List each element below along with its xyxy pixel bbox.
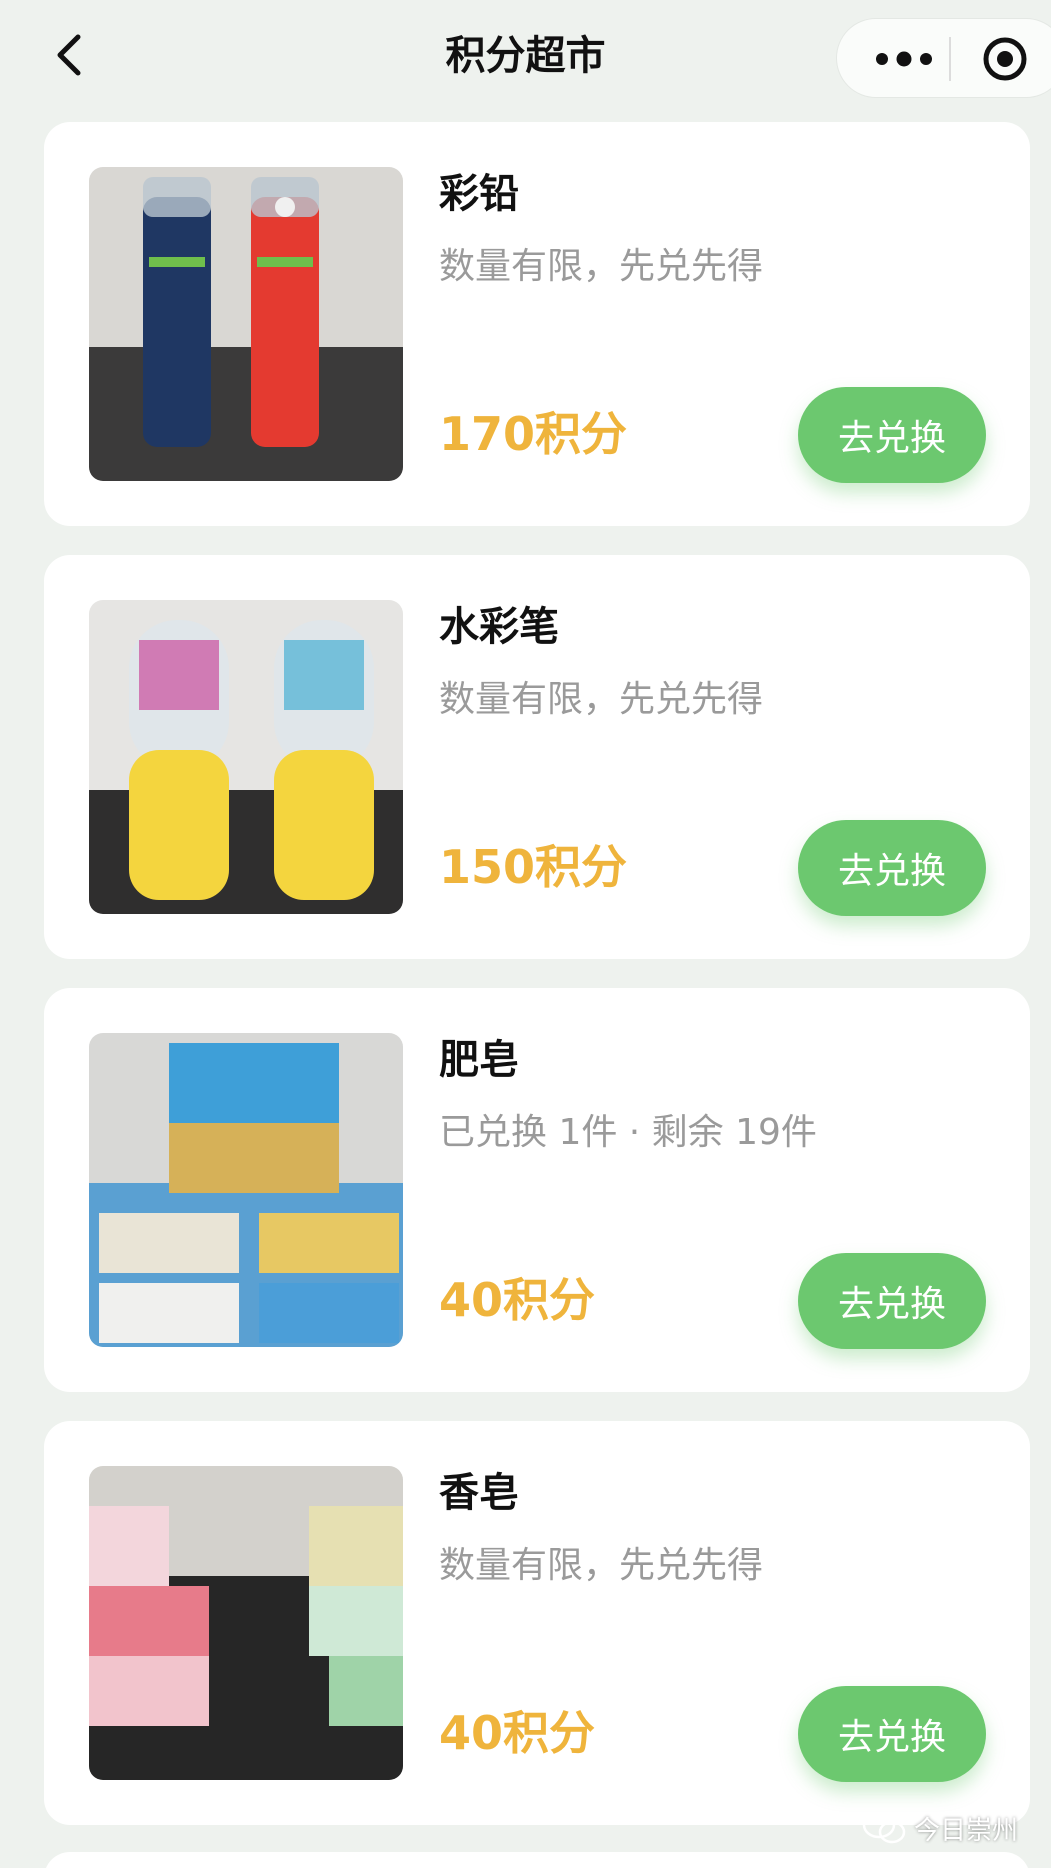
product-price: 40积分 bbox=[439, 1273, 596, 1327]
watermark: 今日崇州 bbox=[862, 1808, 1018, 1848]
more-button[interactable] bbox=[871, 42, 937, 76]
product-price: 40积分 bbox=[439, 1706, 596, 1760]
product-description: 数量有限，先兑先得 bbox=[439, 679, 764, 720]
product-card[interactable]: 彩铅 数量有限，先兑先得 170积分 去兑换 bbox=[44, 122, 1030, 526]
redeem-button[interactable]: 去兑换 bbox=[798, 387, 986, 483]
wechat-icon bbox=[862, 1811, 906, 1844]
product-image-colored-pencils bbox=[89, 167, 403, 481]
product-image-laundry-soap bbox=[89, 1033, 403, 1347]
target-circle-icon bbox=[983, 37, 1027, 81]
product-description: 已兑换 1件 · 剩余 19件 bbox=[439, 1112, 817, 1153]
product-price: 150积分 bbox=[439, 840, 628, 894]
product-price: 170积分 bbox=[439, 407, 628, 461]
product-image-bath-soap bbox=[89, 1466, 403, 1780]
navigation-bar: 积分超市 bbox=[0, 0, 1051, 112]
mini-program-capsule bbox=[836, 18, 1051, 98]
product-name: 彩铅 bbox=[439, 171, 519, 217]
redeem-button[interactable]: 去兑换 bbox=[798, 1253, 986, 1349]
product-description: 数量有限，先兑先得 bbox=[439, 246, 764, 287]
capsule-divider bbox=[949, 37, 951, 81]
product-description: 数量有限，先兑先得 bbox=[439, 1545, 764, 1586]
redeem-button[interactable]: 去兑换 bbox=[798, 820, 986, 916]
product-card[interactable]: 水彩笔 数量有限，先兑先得 150积分 去兑换 bbox=[44, 555, 1030, 959]
redeem-button[interactable]: 去兑换 bbox=[798, 1686, 986, 1782]
product-image-watercolor-pens bbox=[89, 600, 403, 914]
product-card[interactable]: 香皂 数量有限，先兑先得 40积分 去兑换 bbox=[44, 1421, 1030, 1825]
product-card[interactable]: 肥皂 已兑换 1件 · 剩余 19件 40积分 去兑换 bbox=[44, 988, 1030, 1392]
product-name: 香皂 bbox=[439, 1470, 519, 1516]
close-button[interactable] bbox=[983, 37, 1027, 81]
product-name: 肥皂 bbox=[439, 1037, 519, 1083]
watermark-text: 今日崇州 bbox=[914, 1815, 1019, 1846]
more-dots-icon bbox=[876, 51, 932, 67]
product-card-partial bbox=[44, 1852, 1030, 1868]
product-name: 水彩笔 bbox=[439, 604, 559, 650]
